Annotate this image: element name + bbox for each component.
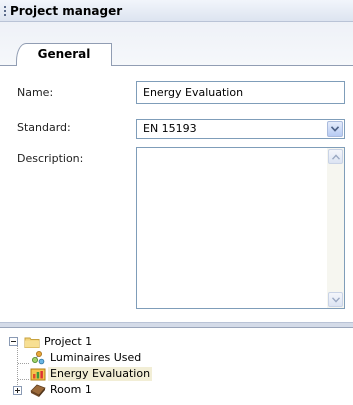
panel-title-bar: Project manager — [0, 0, 353, 22]
tree-item-label: Luminaires Used — [50, 351, 142, 364]
expand-icon[interactable] — [13, 386, 22, 395]
scroll-up-button[interactable] — [328, 149, 343, 164]
chevron-up-icon — [332, 154, 340, 160]
folder-icon — [24, 337, 40, 348]
standard-select[interactable]: EN 15193 — [136, 119, 345, 139]
collapse-icon[interactable] — [9, 337, 18, 346]
description-scrollbar[interactable] — [327, 148, 344, 308]
tab-general[interactable]: General — [16, 43, 112, 65]
description-label: Description: — [17, 152, 84, 165]
tree-item-label: Energy Evaluation — [48, 367, 153, 381]
energy-evaluation-icon — [30, 368, 46, 381]
drag-grip-icon[interactable] — [4, 6, 6, 17]
tree-item-room-1[interactable]: Room 1 — [8, 382, 208, 398]
name-field[interactable]: Energy Evaluation — [136, 81, 345, 104]
name-label: Name: — [17, 86, 54, 99]
chevron-down-icon — [332, 297, 340, 303]
project-tree: Project 1 Luminaires Used Energy Evaluat… — [0, 327, 353, 405]
tab-strip: General — [0, 22, 353, 66]
general-form: Name: Energy Evaluation Standard: EN 151… — [0, 66, 353, 322]
dropdown-button[interactable] — [327, 121, 343, 137]
tree-item-project-1[interactable]: Project 1 — [8, 334, 208, 350]
chevron-down-icon — [331, 126, 339, 132]
panel-title: Project manager — [10, 4, 123, 18]
room-icon — [30, 384, 46, 397]
luminaires-icon — [32, 351, 45, 365]
description-textarea[interactable] — [136, 147, 345, 309]
tree-item-energy-evaluation[interactable]: Energy Evaluation — [30, 366, 230, 382]
standard-select-value: EN 15193 — [143, 122, 197, 135]
standard-label: Standard: — [17, 121, 71, 134]
tree-item-label: Project 1 — [44, 335, 93, 348]
tree-item-label: Room 1 — [50, 383, 92, 396]
tree-item-luminaires-used[interactable]: Luminaires Used — [30, 350, 230, 366]
scroll-down-button[interactable] — [328, 292, 343, 307]
